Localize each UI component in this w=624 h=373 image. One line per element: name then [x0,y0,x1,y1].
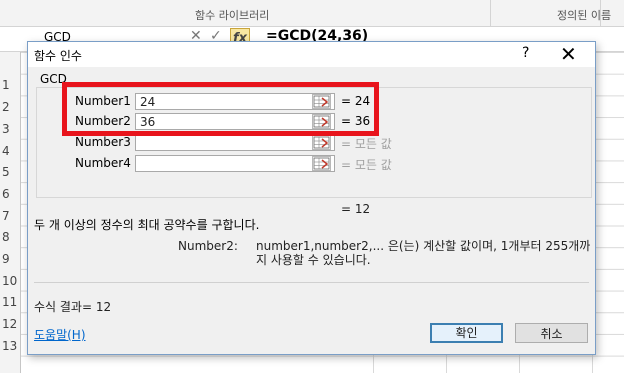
arg-description-name: Number2: [178,239,238,253]
arg-label-number3: Number3 [75,135,131,149]
arg-label-number2: Number2 [75,114,131,128]
arg-result-number2: = 36 [341,114,371,128]
arg-description-text: number1,number2,... 은(는) 계산할 값이며, 1개부터 2… [256,239,591,267]
row-number[interactable]: 6 [0,187,22,201]
range-select-icon[interactable] [312,156,331,171]
row-number[interactable]: 3 [0,122,22,136]
arg-row-number2: Number2 36 = 36 [28,113,595,130]
ribbon-group-function-library: 함수 라이브러리 [195,9,270,22]
ok-button[interactable]: 확인 [430,323,503,343]
arg-result-number3: = 모든 값 [341,137,392,151]
arg-row-number4: Number4 = 모든 값 [28,155,595,172]
row-number[interactable]: 7 [0,209,22,223]
number3-input[interactable] [135,134,335,151]
arg-result-number4: = 모든 값 [341,158,392,172]
number2-input[interactable]: 36 [135,113,335,130]
function-result: = 12 [341,202,371,216]
ribbon-separator [490,0,491,26]
row-number[interactable]: 5 [0,165,22,179]
row-number[interactable]: 9 [0,252,22,266]
arg-label-number4: Number4 [75,156,131,170]
range-select-icon[interactable] [312,94,331,109]
function-description: 두 개 이상의 정수의 최대 공약수를 구합니다. [34,218,260,232]
row-number[interactable]: 12 [0,317,22,331]
ribbon-separator [600,0,601,26]
ribbon-group-defined-names: 정의된 이름 [557,9,612,22]
help-icon[interactable]: ? [522,45,529,61]
number4-input[interactable] [135,155,335,172]
number1-input[interactable]: 24 [135,93,335,110]
row-number[interactable]: 1 [0,78,22,92]
range-select-icon[interactable] [312,135,331,150]
dialog-titlebar[interactable]: 함수 인수 ? ✕ [28,42,595,67]
row-number[interactable]: 11 [0,295,22,309]
arg-row-number1: Number1 24 = 24 [28,93,595,110]
dialog-title: 함수 인수 [34,49,82,63]
cancel-button[interactable]: 취소 [515,323,588,343]
row-number[interactable]: 10 [0,274,22,288]
arg-row-number3: Number3 = 모든 값 [28,134,595,151]
ribbon: 함수 라이브러리 정의된 이름 [0,0,624,27]
range-select-icon[interactable] [312,114,331,129]
formula-result: 수식 결과= 12 [34,300,112,314]
function-name: GCD [40,72,67,86]
help-link[interactable]: 도움말(H) [34,326,86,343]
row-number[interactable]: 13 [0,339,22,353]
row-header: 1 2 3 4 5 6 7 8 9 10 11 12 13 [0,52,21,373]
row-number[interactable]: 2 [0,100,22,114]
arg-label-number1: Number1 [75,94,131,108]
function-arguments-dialog: 함수 인수 ? ✕ GCD Number1 24 = 24 Number2 36… [27,41,596,355]
close-icon[interactable]: ✕ [560,42,577,66]
arg-result-number1: = 24 [341,94,371,108]
row-number[interactable]: 8 [0,230,22,244]
row-number[interactable]: 4 [0,144,22,158]
divider [34,282,589,283]
